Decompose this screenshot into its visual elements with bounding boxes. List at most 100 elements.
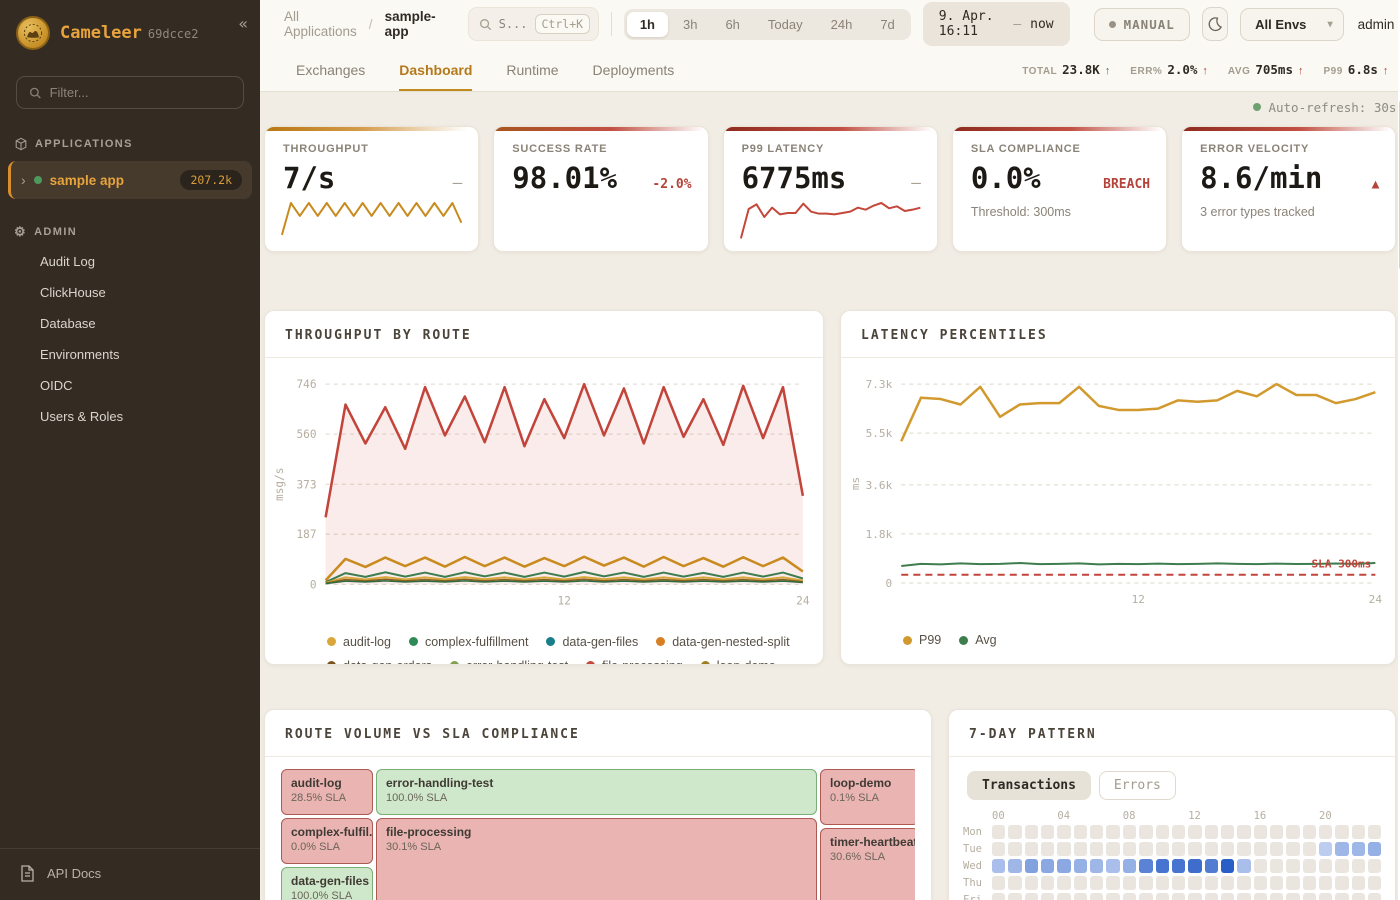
moon-icon	[1207, 16, 1223, 32]
heatmap-cell	[1106, 859, 1119, 873]
tab-bar: ExchangesDashboardRuntimeDeployments TOT…	[260, 48, 1400, 92]
legend-item-data-gen-files[interactable]: data-gen-files	[546, 635, 638, 649]
sidebar-item-api-docs[interactable]: API Docs	[0, 848, 260, 900]
treemap-cell-name: audit-log	[291, 776, 363, 790]
heatmap-cell	[1057, 876, 1070, 890]
toggle-errors[interactable]: Errors	[1099, 771, 1176, 800]
legend-label: audit-log	[343, 635, 391, 649]
heatmap-cell	[1156, 876, 1169, 890]
stat-p99: P996.8s↑	[1324, 62, 1389, 77]
heatmap-cell	[1352, 842, 1365, 856]
legend-item-complex-fulfillment[interactable]: complex-fulfillment	[409, 635, 529, 649]
tab-runtime[interactable]: Runtime	[506, 48, 558, 91]
legend-item-avg[interactable]: Avg	[959, 633, 996, 647]
sidebar-collapse-icon[interactable]: «	[238, 14, 248, 33]
treemap-cell-sla: 0.1% SLA	[830, 792, 909, 804]
sidebar-item-database[interactable]: Database	[0, 308, 260, 339]
time-range-6h[interactable]: 6h	[712, 12, 752, 37]
treemap-cell-file-processing[interactable]: file-processing30.1% SLA	[376, 818, 817, 900]
legend-item-loop-demo[interactable]: loop-demo	[701, 659, 776, 665]
env-select[interactable]: All Envs ▾	[1240, 8, 1344, 41]
heatmap-cell	[1008, 825, 1021, 839]
svg-text:560: 560	[296, 428, 316, 441]
sidebar-item-clickhouse[interactable]: ClickHouse	[0, 277, 260, 308]
manual-refresh-button[interactable]: MANUAL	[1094, 8, 1190, 41]
date-range-pill[interactable]: 9. Apr. 16:11 — now	[923, 2, 1070, 46]
heatmap-cell	[1254, 893, 1267, 900]
heatmap-cell	[1025, 876, 1038, 890]
legend-dot-icon	[903, 636, 912, 645]
tab-exchanges[interactable]: Exchanges	[296, 48, 365, 91]
heatmap-cell	[1139, 876, 1152, 890]
heatmap-cell	[1090, 893, 1103, 900]
expand-chevron-icon[interactable]: ›	[21, 173, 26, 187]
treemap-cell-error-handling-test[interactable]: error-handling-test100.0% SLA	[376, 769, 817, 815]
camel-glyph	[23, 23, 43, 43]
treemap-cell-data-gen-files[interactable]: data-gen-files100.0% SLA	[281, 867, 373, 900]
treemap-cell-loop-demo[interactable]: loop-demo0.1% SLA	[820, 769, 915, 825]
time-range-7d[interactable]: 7d	[867, 12, 907, 37]
legend-item-audit-log[interactable]: audit-log	[327, 635, 391, 649]
sidebar-item-environments[interactable]: Environments	[0, 339, 260, 370]
heatmap-cell	[1123, 859, 1136, 873]
heatmap-cell	[1237, 859, 1250, 873]
date-separator: —	[1013, 17, 1021, 32]
breadcrumb-root[interactable]: All Applications	[284, 9, 357, 39]
time-range-today[interactable]: Today	[755, 12, 816, 37]
heatmap-cell	[1286, 842, 1299, 856]
heatmap-hour-label: 08	[1123, 810, 1136, 822]
sidebar-item-sample-app[interactable]: › sample app 207.2k	[8, 161, 252, 199]
heatmap-cell	[1106, 893, 1119, 900]
heatmap-cell	[1270, 842, 1283, 856]
weekly-heatmap: 000408121620MonTueWedThuFriSat	[963, 810, 1381, 900]
legend-dot-icon	[546, 637, 555, 646]
heatmap-cell	[1057, 842, 1070, 856]
legend-item-error-handling-test[interactable]: error-handling-test	[450, 659, 568, 665]
heatmap-cell	[1188, 876, 1201, 890]
treemap-cell-name: timer-heartbeat	[830, 835, 909, 849]
treemap-cell-audit-log[interactable]: audit-log28.5% SLA	[281, 769, 373, 815]
stat-label: AVG	[1228, 66, 1250, 77]
admin-section-label: ⚙ ADMIN	[0, 215, 260, 246]
heatmap-cell	[1237, 825, 1250, 839]
tab-dashboard[interactable]: Dashboard	[399, 48, 472, 91]
sidebar-item-users-roles[interactable]: Users & Roles	[0, 401, 260, 432]
treemap-cell-complex-fulfil[interactable]: complex-fulfil...0.0% SLA	[281, 818, 373, 864]
legend-item-data-gen-nested-split[interactable]: data-gen-nested-split	[656, 635, 789, 649]
toggle-transactions[interactable]: Transactions	[967, 771, 1091, 800]
legend-item-data-gen-orders[interactable]: data-gen-orders	[327, 659, 432, 665]
legend-item-p99[interactable]: P99	[903, 633, 941, 647]
heatmap-cell	[1025, 842, 1038, 856]
cube-icon	[14, 137, 28, 151]
heatmap-hour-label	[1221, 810, 1234, 822]
sidebar-item-oidc[interactable]: OIDC	[0, 370, 260, 401]
heatmap-cell	[1205, 825, 1218, 839]
heatmap-cell	[1090, 842, 1103, 856]
heatmap-cell	[1057, 825, 1070, 839]
sidebar-item-audit-log[interactable]: Audit Log	[0, 246, 260, 277]
legend-item-file-processing[interactable]: file-processing	[586, 659, 683, 665]
heatmap-cell	[1008, 859, 1021, 873]
legend-label: data-gen-files	[562, 635, 638, 649]
heatmap-cell	[1205, 842, 1218, 856]
filter-input[interactable]	[50, 85, 231, 100]
heatmap-cell	[1368, 825, 1381, 839]
heatmap-cell	[1074, 842, 1087, 856]
theme-toggle-button[interactable]	[1202, 7, 1228, 41]
user-menu[interactable]: admin	[1358, 17, 1395, 32]
global-search[interactable]: S... Ctrl+K	[468, 7, 599, 41]
heatmap-cell	[1221, 876, 1234, 890]
sidebar-filter[interactable]	[16, 76, 244, 109]
time-range-3h[interactable]: 3h	[670, 12, 710, 37]
time-range-1h[interactable]: 1h	[627, 12, 668, 37]
kpi-accent-bar	[1182, 127, 1395, 131]
tab-deployments[interactable]: Deployments	[593, 48, 675, 91]
treemap-cell-timer-heartbeat[interactable]: timer-heartbeat30.6% SLA	[820, 828, 915, 900]
throughput-by-route-chart: 01873735607461224msg/s	[265, 358, 823, 623]
time-range-control: 1h3h6hToday24h7d	[624, 9, 911, 40]
heatmap-hour-label	[1041, 810, 1054, 822]
bottom-row: ROUTE VOLUME VS SLA COMPLIANCE audit-log…	[264, 709, 1396, 900]
dashboard-content: Auto-refresh: 30s THROUGHPUT 7/s– SUCCES…	[260, 92, 1398, 900]
heatmap-cell	[1074, 859, 1087, 873]
time-range-24h[interactable]: 24h	[818, 12, 866, 37]
